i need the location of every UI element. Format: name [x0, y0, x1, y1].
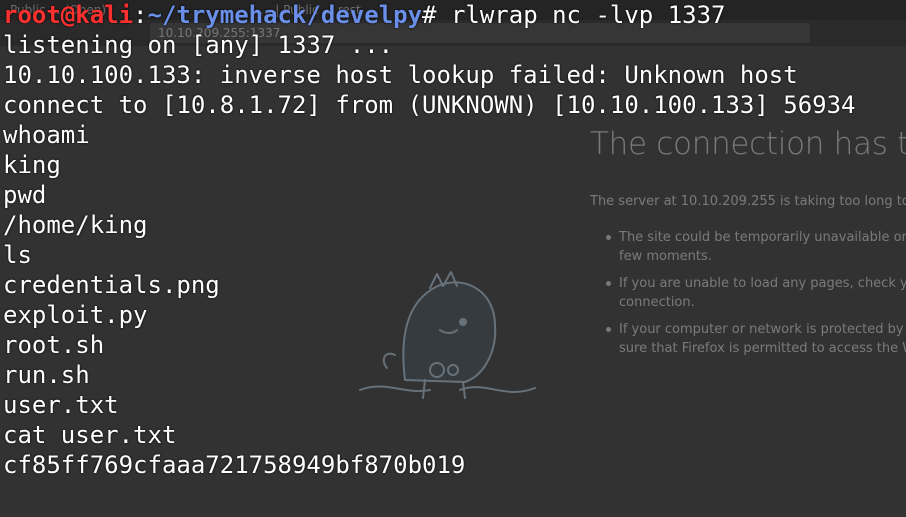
terminal-output-line: credentials.png: [3, 271, 220, 299]
terminal-output-line: whoami: [3, 121, 90, 149]
terminal-prompt-line: root@kali:~/trymehack/develpy# rlwrap nc…: [0, 0, 906, 30]
terminal-output-line: connect to [10.8.1.72] from (UNKNOWN) [1…: [3, 91, 856, 119]
terminal-window[interactable]: root@kali:~/trymehack/develpy# rlwrap nc…: [0, 0, 906, 517]
terminal-output-line: cat user.txt: [3, 421, 177, 449]
prompt-user-host: root@kali: [3, 1, 134, 29]
terminal-output-line: user.txt: [3, 391, 119, 419]
terminal-output-line: run.sh: [3, 361, 90, 389]
terminal-output-line: king: [3, 151, 61, 179]
prompt-command: rlwrap nc -lvp 1337: [436, 1, 726, 29]
desktop-screen: Public ... (Open) ... | Public ... rest …: [0, 0, 906, 517]
prompt-symbol: #: [422, 1, 437, 29]
prompt-separator: :: [133, 1, 148, 29]
terminal-output-line: cf85ff769cfaaa721758949bf870b019: [3, 451, 466, 479]
terminal-output-line: root.sh: [3, 331, 105, 359]
terminal-output-line: pwd: [3, 181, 47, 209]
terminal-output-line: listening on [any] 1337 ...: [3, 31, 394, 59]
terminal-output-line: /home/king: [3, 211, 148, 239]
terminal-output-line: ls: [3, 241, 32, 269]
terminal-output-line: 10.10.100.133: inverse host lookup faile…: [3, 61, 798, 89]
terminal-output-line: exploit.py: [3, 301, 148, 329]
prompt-working-directory: ~/trymehack/develpy: [147, 1, 423, 29]
